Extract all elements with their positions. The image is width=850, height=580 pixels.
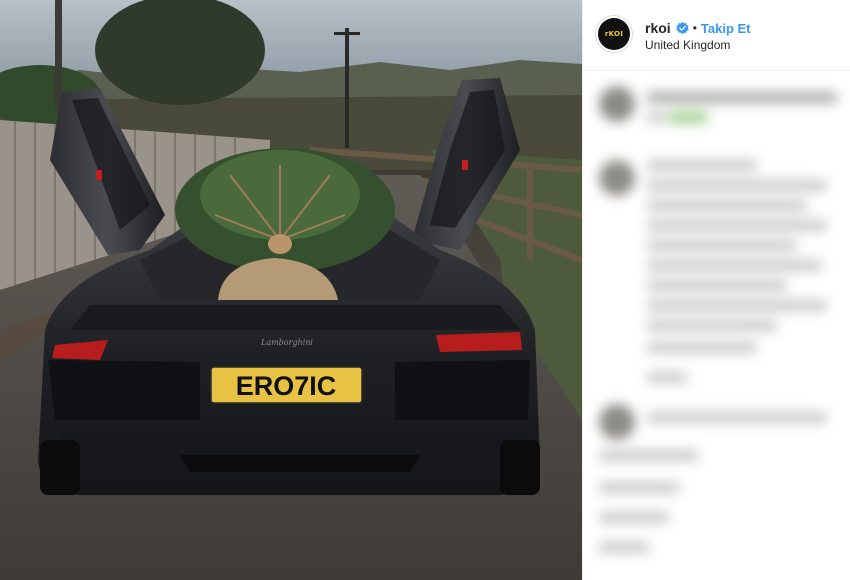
- username-row: rkoi • Takip Et: [645, 19, 751, 37]
- username-link[interactable]: rkoi: [645, 20, 671, 36]
- post-photo[interactable]: Lamborghini ERO7IC: [0, 0, 582, 580]
- comment-text-blurred: [647, 92, 837, 103]
- right-rear-vent: [395, 360, 530, 420]
- tree-trunk: [268, 234, 292, 254]
- follow-button[interactable]: Takip Et: [701, 21, 751, 36]
- separator-dot: •: [692, 21, 697, 35]
- license-plate-text: ERO7IC: [236, 371, 337, 401]
- post-header: rKOI rkoi • Takip Et United Kingdom: [583, 0, 850, 70]
- car-badge: Lamborghini: [260, 338, 313, 347]
- comment-avatar: [599, 86, 635, 122]
- avatar-text: rKOI: [604, 30, 624, 38]
- header-divider: [583, 70, 850, 71]
- location-link[interactable]: United Kingdom: [645, 38, 730, 52]
- telegraph-pole: [345, 28, 349, 148]
- verified-badge-icon: [675, 21, 689, 34]
- rear-spoiler: [70, 305, 520, 330]
- tree: [95, 0, 265, 105]
- left-door-light: [96, 170, 102, 180]
- comment-avatar: [599, 404, 635, 440]
- comments-list: [583, 72, 850, 580]
- car-photo-illustration: Lamborghini ERO7IC: [0, 0, 582, 580]
- avatar[interactable]: rKOI: [598, 18, 630, 50]
- right-door-light: [462, 160, 468, 170]
- right-tyre: [500, 440, 540, 495]
- comment-avatar: [599, 160, 635, 196]
- post-sidebar: rKOI rkoi • Takip Et United Kingdom: [582, 0, 850, 580]
- right-tail-light: [436, 332, 522, 352]
- left-pole: [55, 0, 62, 110]
- left-tyre: [40, 440, 80, 495]
- left-rear-vent: [48, 360, 200, 420]
